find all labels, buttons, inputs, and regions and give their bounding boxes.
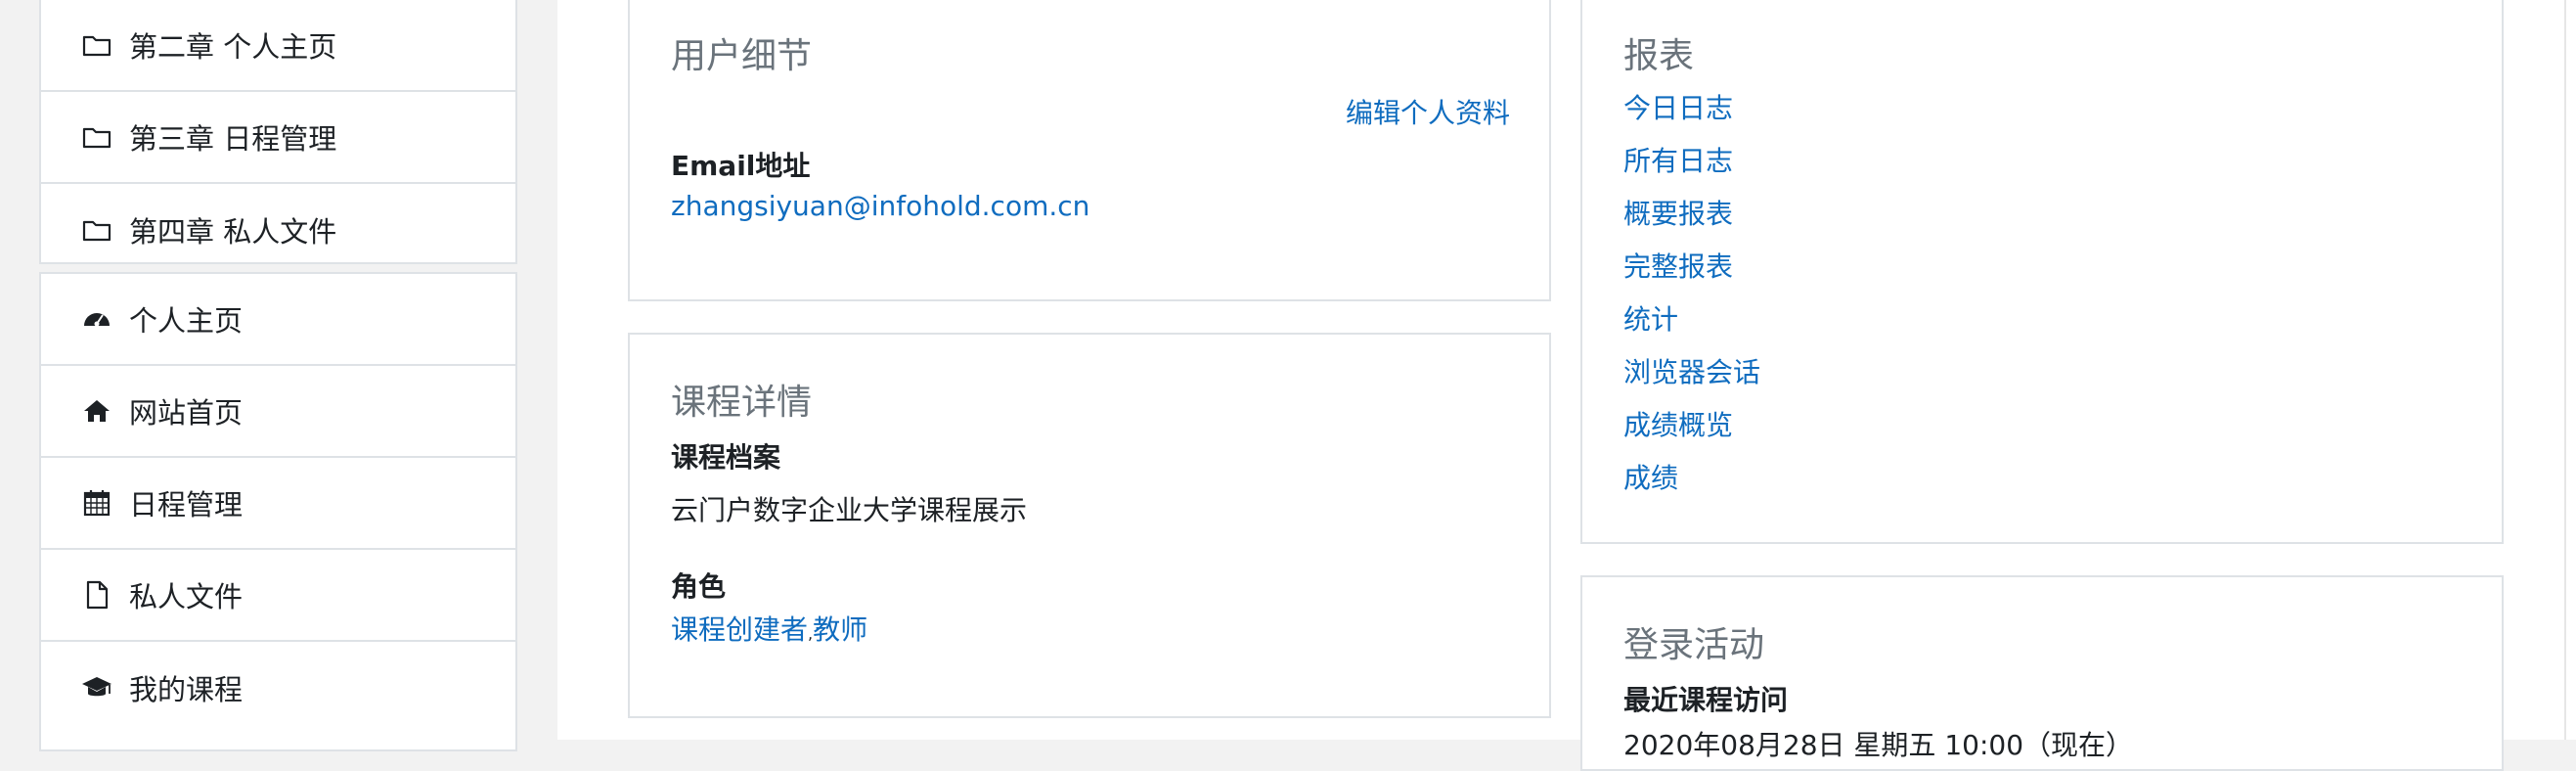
report-link-today-logs[interactable]: 今日日志 (1623, 92, 1733, 124)
email-link[interactable]: zhangsiyuan@infohold.com.cn (671, 190, 1089, 222)
dashboard-icon (80, 302, 113, 336)
card-title: 报表 (1623, 36, 1695, 76)
report-link-grades[interactable]: 成绩 (1623, 462, 1678, 494)
file-icon (80, 578, 113, 612)
nav-item-label: 私人文件 (129, 580, 244, 613)
graduation-cap-icon (80, 671, 113, 704)
report-link-browser-sessions[interactable]: 浏览器会话 (1623, 356, 1760, 388)
card-title: 用户细节 (671, 36, 813, 76)
email-label: Email地址 (671, 150, 811, 182)
nav-item-label: 日程管理 (129, 488, 244, 522)
main-nav: 个人主页 网站首页 日程管理 私人文件 我的课程 (39, 272, 517, 751)
nav-item-label: 网站首页 (129, 396, 244, 430)
reports-card: 报表 今日日志 所有日志 概要报表 完整报表 统计 浏览器会话 成绩概览 成绩 (1580, 0, 2504, 544)
nav-item-site-home[interactable]: 网站首页 (41, 366, 515, 458)
calendar-icon (80, 486, 113, 520)
list-item: 成绩概览 (1623, 407, 1760, 460)
nav-item-label: 第二章 个人主页 (129, 30, 337, 64)
role-link-course-creator[interactable]: 课程创建者 (671, 613, 808, 646)
roles-list: 课程创建者,教师 (671, 609, 867, 648)
nav-item-my-courses[interactable]: 我的课程 (41, 642, 515, 734)
nav-item-calendar[interactable]: 日程管理 (41, 458, 515, 550)
role-link-teacher[interactable]: 教师 (813, 613, 867, 646)
report-links-list: 今日日志 所有日志 概要报表 完整报表 统计 浏览器会话 成绩概览 成绩 (1623, 90, 1760, 513)
home-icon (80, 394, 113, 428)
list-item: 统计 (1623, 301, 1760, 354)
nav-item-chapter-2[interactable]: 第二章 个人主页 (41, 0, 515, 92)
roles-label: 角色 (671, 570, 727, 603)
nav-drawer: 第二章 个人主页 第三章 日程管理 第四章 私人文件 个人主页 网站首页 日程管… (0, 0, 557, 751)
login-activity-card: 登录活动 最近课程访问 2020年08月28日 星期五 10:00（现在） (1580, 575, 2504, 771)
nav-item-chapter-3[interactable]: 第三章 日程管理 (41, 92, 515, 184)
list-item: 成绩 (1623, 460, 1760, 513)
edit-profile-link[interactable]: 编辑个人资料 (1346, 92, 1510, 131)
scrollbar[interactable] (2564, 0, 2576, 740)
list-item: 浏览器会话 (1623, 354, 1760, 407)
list-item: 概要报表 (1623, 196, 1760, 249)
card-title: 课程详情 (671, 383, 813, 423)
nav-item-chapter-4[interactable]: 第四章 私人文件 (41, 184, 515, 276)
list-item: 所有日志 (1623, 143, 1760, 196)
profile-page: 用户细节 编辑个人资料 Email地址 zhangsiyuan@infohold… (557, 0, 2576, 771)
report-link-all-logs[interactable]: 所有日志 (1623, 145, 1733, 177)
report-link-grades-overview[interactable]: 成绩概览 (1623, 409, 1733, 441)
nav-item-label: 个人主页 (129, 304, 244, 338)
folder-icon (80, 28, 113, 62)
nav-item-private-files[interactable]: 私人文件 (41, 550, 515, 642)
nav-item-dashboard[interactable]: 个人主页 (41, 274, 515, 366)
report-link-complete[interactable]: 完整报表 (1623, 250, 1733, 283)
course-profile-label: 课程档案 (671, 441, 781, 474)
course-profile-value: 云门户数字企业大学课程展示 (671, 494, 1028, 526)
recent-course-access-label: 最近课程访问 (1623, 684, 1789, 716)
list-item: 今日日志 (1623, 90, 1760, 143)
recent-course-access-value: 2020年08月28日 星期五 10:00（现在） (1623, 729, 2134, 761)
user-details-card: 用户细节 编辑个人资料 Email地址 zhangsiyuan@infohold… (628, 0, 1551, 301)
card-title: 登录活动 (1623, 625, 1765, 665)
course-details-card: 课程详情 课程档案 云门户数字企业大学课程展示 角色 课程创建者,教师 (628, 333, 1551, 718)
report-link-statistics[interactable]: 统计 (1623, 303, 1678, 336)
report-link-outline[interactable]: 概要报表 (1623, 198, 1733, 230)
nav-item-label: 我的课程 (129, 673, 244, 706)
list-item: 完整报表 (1623, 249, 1760, 301)
nav-item-label: 第三章 日程管理 (129, 122, 337, 156)
course-sections-nav: 第二章 个人主页 第三章 日程管理 第四章 私人文件 (39, 0, 517, 264)
nav-item-label: 第四章 私人文件 (129, 215, 337, 249)
folder-icon (80, 213, 113, 247)
folder-icon (80, 120, 113, 154)
